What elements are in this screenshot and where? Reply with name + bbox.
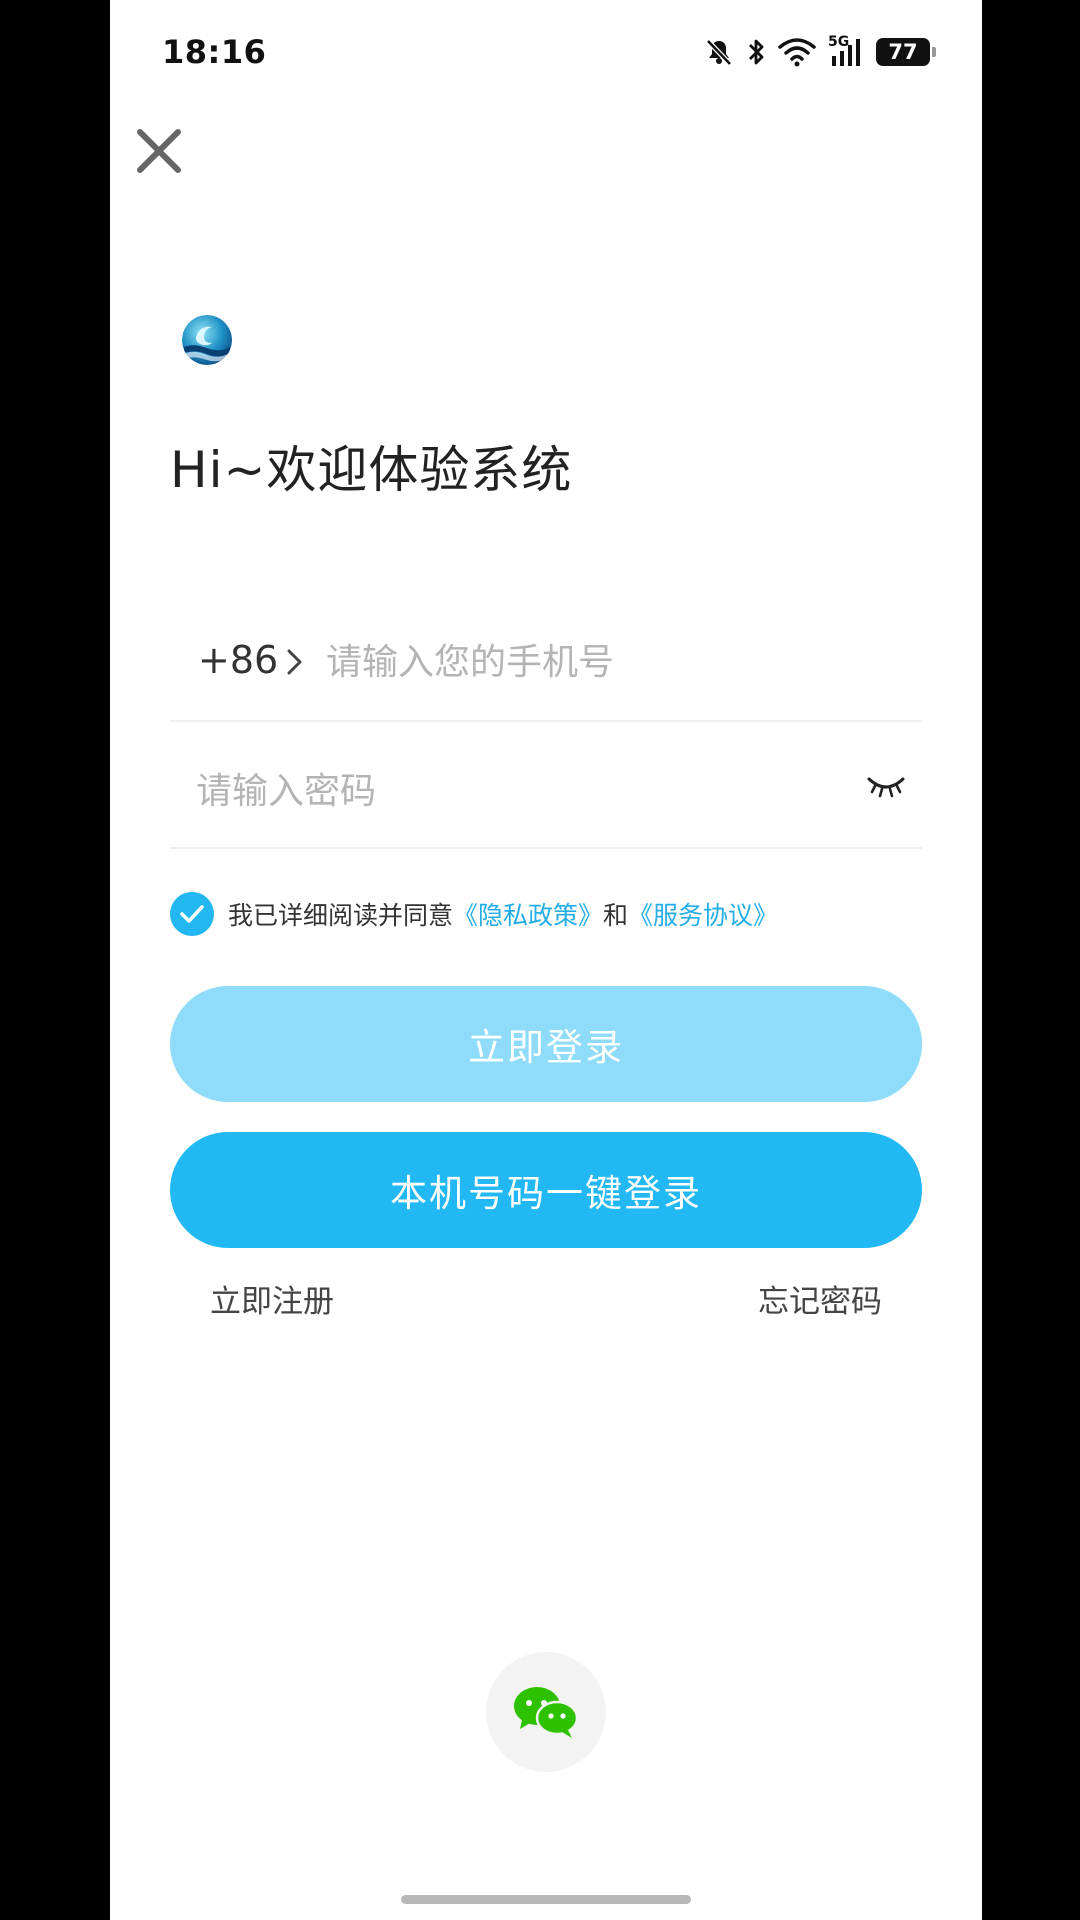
status-time: 18:16 <box>162 33 267 71</box>
agreement-text: 我已详细阅读并同意 <box>228 901 454 930</box>
wifi-icon <box>778 37 816 67</box>
chevron-right-icon[interactable] <box>284 647 306 677</box>
phone-number-input[interactable] <box>326 630 886 694</box>
status-bar: 18:16 5G 77 <box>110 0 982 104</box>
wechat-login-button[interactable] <box>486 1652 606 1772</box>
status-icons: 5G 77 <box>704 34 936 70</box>
home-indicator[interactable] <box>401 1895 691 1904</box>
one-key-login-button[interactable]: 本机号码一键登录 <box>170 1132 922 1248</box>
forgot-password-link[interactable]: 忘记密码 <box>758 1276 882 1321</box>
signal-5g-icon: 5G <box>828 34 864 68</box>
wechat-icon <box>514 1687 579 1738</box>
login-screen: 18:16 5G 77 Hi~欢迎体验系统 +86 请输入您的手机号 我已详细阅… <box>110 0 982 1920</box>
service-agreement-link[interactable]: 《服务协议》 <box>628 896 778 932</box>
agreement-connector: 和 <box>603 901 629 930</box>
password-field-row <box>170 735 922 849</box>
password-input[interactable] <box>196 759 796 823</box>
privacy-policy-link[interactable]: 《隐私政策》 <box>453 896 603 932</box>
app-logo <box>182 315 232 365</box>
bell-muted-icon <box>704 37 734 67</box>
battery-icon: 77 <box>876 38 936 66</box>
check-icon <box>180 905 204 923</box>
agreement-checkbox[interactable] <box>170 892 214 936</box>
phone-field-row: +86 <box>170 610 922 722</box>
agreement-row: 我已详细阅读并同意 《隐私政策》 和 《服务协议》 <box>170 892 778 936</box>
register-link[interactable]: 立即注册 <box>210 1276 334 1321</box>
bluetooth-icon <box>746 36 766 68</box>
login-button[interactable]: 立即登录 <box>170 986 922 1102</box>
close-icon <box>137 129 181 173</box>
welcome-title: Hi~欢迎体验系统 <box>170 441 573 499</box>
close-button[interactable] <box>134 126 184 176</box>
eye-closed-icon[interactable] <box>866 771 906 799</box>
country-code-selector[interactable]: +86 <box>198 638 278 682</box>
battery-level: 77 <box>888 40 918 64</box>
